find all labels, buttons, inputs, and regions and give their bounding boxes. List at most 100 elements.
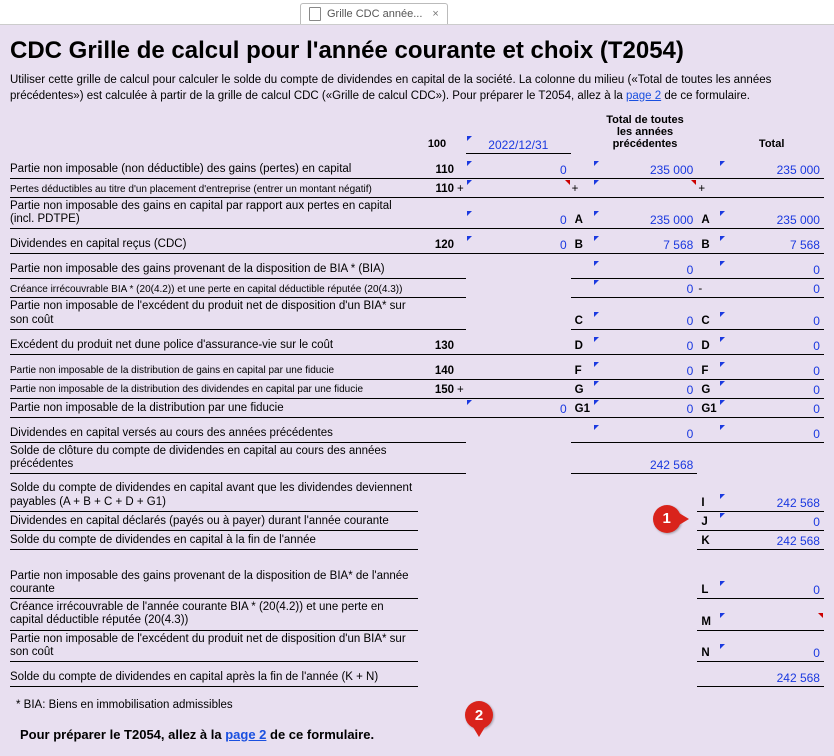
- close-icon[interactable]: ×: [432, 8, 438, 20]
- op-r3-cur: [456, 224, 466, 229]
- cell-r11-prev[interactable]: 0: [593, 399, 698, 418]
- let-r7-tot: C: [697, 313, 719, 330]
- linenum-r3: [418, 224, 456, 229]
- let-r17-tot: L: [697, 582, 719, 599]
- cell-r9-cur[interactable]: [466, 361, 571, 380]
- cell-r4-prev[interactable]: 7 568: [593, 235, 698, 254]
- let-r11-tot: G1: [697, 401, 719, 418]
- bottom-suffix: de ce formulaire.: [266, 727, 374, 742]
- cell-r7-cur: [466, 312, 571, 330]
- callout-2: 2: [465, 701, 493, 729]
- let-r7-prev: C: [571, 313, 593, 330]
- bottom-prefix: Pour préparer le T2054, allez à la: [20, 727, 225, 742]
- linenum-r10: 150: [418, 382, 456, 399]
- cell-r11-cur[interactable]: 0: [466, 399, 571, 418]
- let-r15-tot: J: [697, 514, 719, 531]
- col-header-100: 100: [418, 138, 456, 154]
- intro-text: Utiliser cette grille de calcul pour cal…: [10, 73, 824, 104]
- cell-r1-cur[interactable]: 0: [466, 160, 571, 179]
- col-header-prev: Total de toutes les années précédentes: [593, 114, 698, 154]
- page-title: CDC Grille de calcul pour l'année couran…: [10, 37, 824, 65]
- op-r6-tot: -: [697, 281, 719, 298]
- cell-r17-tot[interactable]: 0: [719, 580, 824, 599]
- cell-r15-tot[interactable]: 0: [719, 512, 824, 531]
- linenum-r2: 110: [418, 181, 456, 198]
- let-r18-tot: M: [697, 614, 719, 631]
- cell-r12-prev[interactable]: 0: [593, 424, 698, 443]
- callout-1: 1: [653, 505, 681, 533]
- cell-r3-tot[interactable]: 235 000: [719, 210, 824, 229]
- let-r16-tot: K: [697, 533, 719, 550]
- cell-r6-cur: [466, 280, 571, 298]
- form-page: CDC Grille de calcul pour l'année couran…: [0, 25, 834, 756]
- cell-r18-tot[interactable]: [719, 612, 824, 631]
- label-r15: Dividendes en capital déclarés (payés ou…: [10, 513, 418, 531]
- op-r2-tot: +: [697, 181, 719, 198]
- cell-r8-prev[interactable]: 0: [593, 336, 698, 355]
- linenum-r4: 120: [418, 237, 456, 254]
- cell-r16-tot[interactable]: 242 568: [719, 531, 824, 550]
- cell-r5-tot[interactable]: 0: [719, 260, 824, 279]
- op-r10-cur: +: [456, 382, 466, 399]
- cell-r8-cur[interactable]: [466, 336, 571, 355]
- cell-r19-tot[interactable]: 0: [719, 643, 824, 662]
- label-r16: Solde du compte de dividendes en capital…: [10, 532, 418, 550]
- cell-r1-prev[interactable]: 235 000: [593, 160, 698, 179]
- cell-r5-cur: [466, 261, 571, 279]
- footnote-bia: * BIA: Biens en immobilisation admissibl…: [16, 699, 824, 711]
- cell-r4-tot[interactable]: 7 568: [719, 235, 824, 254]
- let-r1-tot: [697, 174, 719, 179]
- tab-bar: Grille CDC année... ×: [0, 0, 834, 25]
- cell-r1-tot[interactable]: 235 000: [719, 160, 824, 179]
- cell-r5-prev[interactable]: 0: [593, 260, 698, 279]
- let-r8-tot: D: [697, 338, 719, 355]
- let-r9-prev: F: [571, 363, 593, 380]
- label-r5: Partie non imposable des gains provenant…: [10, 261, 418, 279]
- let-r11-prev: G1: [571, 401, 593, 418]
- label-r2: Pertes déductibles au titre d'un placeme…: [10, 182, 418, 199]
- let-r10-tot: G: [697, 382, 719, 399]
- tab-label: Grille CDC année...: [327, 8, 422, 20]
- op-r2-prev: +: [571, 181, 593, 198]
- cell-r6-prev[interactable]: 0: [593, 279, 698, 298]
- intro-suffix: de ce formulaire.: [661, 90, 750, 102]
- label-r8: Excédent du produit net dune police d'as…: [10, 337, 418, 355]
- cell-r10-cur[interactable]: [466, 380, 571, 399]
- cell-r2-tot[interactable]: [719, 179, 824, 198]
- cell-r20-tot[interactable]: 242 568: [719, 668, 824, 687]
- label-r13: Solde de clôture du compte de dividendes…: [10, 443, 418, 474]
- date-field[interactable]: 2022/12/31: [466, 135, 571, 154]
- label-r7: Partie non imposable de l'excédent du pr…: [10, 298, 418, 329]
- cell-r9-tot[interactable]: 0: [719, 361, 824, 380]
- cell-r2-cur[interactable]: [466, 179, 571, 198]
- cell-r10-tot[interactable]: 0: [719, 380, 824, 399]
- cell-r7-prev[interactable]: 0: [593, 311, 698, 330]
- label-r17: Partie non imposable des gains provenant…: [10, 568, 418, 599]
- tab-grille-cdc[interactable]: Grille CDC année... ×: [300, 3, 448, 24]
- linenum-r8: 130: [418, 338, 456, 355]
- cell-r3-cur[interactable]: 0: [466, 210, 571, 229]
- cell-r3-prev[interactable]: 235 000: [593, 210, 698, 229]
- cell-r9-prev[interactable]: 0: [593, 361, 698, 380]
- cell-r4-cur[interactable]: 0: [466, 235, 571, 254]
- label-r9: Partie non imposable de la distribution …: [10, 363, 418, 380]
- label-r3: Partie non imposable des gains en capita…: [10, 198, 418, 229]
- let-r8-prev: D: [571, 338, 593, 355]
- cell-r7-tot[interactable]: 0: [719, 311, 824, 330]
- label-r6: Créance irrécouvrable BIA * (20(4.2)) et…: [10, 282, 418, 299]
- linenum-r9: 140: [418, 363, 456, 380]
- document-icon: [309, 7, 321, 21]
- cell-r11-tot[interactable]: 0: [719, 399, 824, 418]
- cell-r13-prev[interactable]: 242 568: [593, 455, 698, 474]
- cell-r10-prev[interactable]: 0: [593, 380, 698, 399]
- cell-r8-tot[interactable]: 0: [719, 336, 824, 355]
- link-page-2-top[interactable]: page 2: [626, 90, 661, 102]
- op-r2-cur: +: [456, 181, 466, 198]
- cell-r12-tot[interactable]: 0: [719, 424, 824, 443]
- cell-r14-tot[interactable]: 242 568: [719, 493, 824, 512]
- cell-r2-prev[interactable]: [593, 179, 698, 198]
- label-r14: Solde du compte de dividendes en capital…: [10, 480, 418, 511]
- let-r14-tot: I: [697, 495, 719, 512]
- cell-r6-tot[interactable]: 0: [719, 279, 824, 298]
- link-page-2-bottom[interactable]: page 2: [225, 727, 266, 742]
